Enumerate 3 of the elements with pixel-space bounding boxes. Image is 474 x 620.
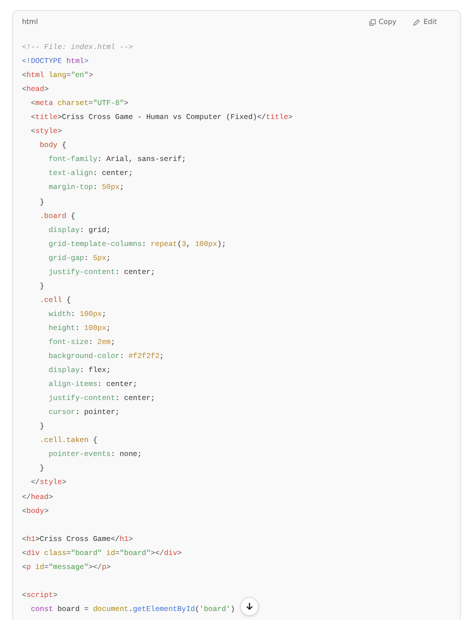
copy-icon [368,18,376,26]
down-arrow-icon [245,602,254,611]
pencil-icon [413,18,420,26]
